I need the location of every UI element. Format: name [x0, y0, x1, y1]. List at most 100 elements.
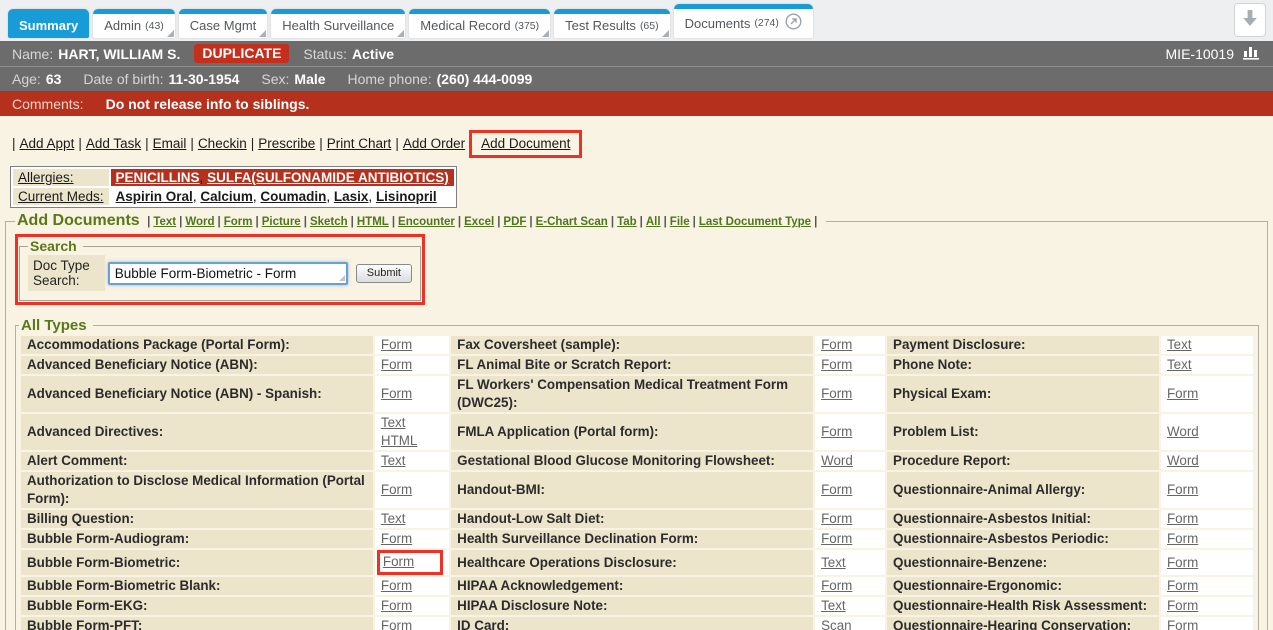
- open-form-link[interactable]: Form: [381, 577, 412, 595]
- add-documents-legend: Add Documents |Text|Word|Form|Picture|Sk…: [15, 212, 826, 230]
- open-form-link[interactable]: Form: [1167, 481, 1198, 499]
- dob-label: Date of birth:: [83, 71, 163, 87]
- open-word-link[interactable]: Word: [821, 452, 853, 470]
- medication-link[interactable]: Lasix: [334, 189, 369, 204]
- open-scan-link[interactable]: Scan: [821, 617, 852, 630]
- scroll-down-button[interactable]: [1234, 3, 1266, 37]
- open-form-link[interactable]: Form: [381, 481, 412, 499]
- medication-link[interactable]: Coumadin: [260, 189, 326, 204]
- open-text-link[interactable]: Text: [821, 554, 846, 572]
- open-form-link[interactable]: Form: [821, 423, 852, 441]
- open-form-link[interactable]: Form: [821, 481, 852, 499]
- doc-type-links-cell: Text: [815, 597, 885, 615]
- doc-format-link-form[interactable]: Form: [224, 216, 253, 228]
- open-form-link[interactable]: Form: [381, 597, 412, 615]
- doc-type-links-cell: Text: [375, 510, 449, 528]
- doc-format-link-all[interactable]: All: [646, 216, 661, 228]
- tab-menu-fold-icon: [167, 30, 174, 37]
- doc-type-label: Questionnaire-Ergonomic:: [887, 577, 1159, 595]
- doc-type-links-cell: Word: [1161, 452, 1253, 470]
- allergy-link[interactable]: PENICILLINS: [116, 170, 200, 185]
- current-meds-link[interactable]: Current Meds:: [18, 189, 104, 204]
- action-link-prescribe[interactable]: Prescribe: [258, 136, 315, 151]
- action-separator: |: [251, 136, 255, 151]
- open-form-link[interactable]: Form: [381, 617, 412, 630]
- tab-case-mgmt[interactable]: Case Mgmt: [179, 9, 267, 38]
- open-word-link[interactable]: Word: [1167, 452, 1199, 470]
- open-form-link[interactable]: Form: [381, 530, 412, 548]
- tab-admin[interactable]: Admin(43): [93, 9, 175, 38]
- action-separator: |: [319, 136, 323, 151]
- open-form-link[interactable]: Form: [1167, 597, 1198, 615]
- table-row: Alert Comment:TextGestational Blood Gluc…: [21, 452, 1253, 470]
- action-link-add-order[interactable]: Add Order: [403, 136, 465, 151]
- open-form-link[interactable]: Form: [821, 356, 852, 374]
- table-row: Bubble Form-Audiogram:FormHealth Surveil…: [21, 530, 1253, 548]
- doc-type-search-input[interactable]: [108, 262, 348, 285]
- doc-format-link-encounter[interactable]: Encounter: [398, 216, 455, 228]
- doc-format-link-tab[interactable]: Tab: [617, 216, 637, 228]
- doc-type-links-cell: Text: [375, 452, 449, 470]
- doc-format-link-picture[interactable]: Picture: [262, 216, 301, 228]
- doc-type-links-cell: Form: [1161, 597, 1253, 615]
- open-form-link[interactable]: Form: [1167, 577, 1198, 595]
- doc-format-link-excel[interactable]: Excel: [464, 216, 494, 228]
- open-text-link[interactable]: Text: [821, 597, 846, 615]
- doc-format-link-html[interactable]: HTML: [357, 216, 389, 228]
- doc-format-link-word[interactable]: Word: [185, 216, 214, 228]
- comments-text: Do not release info to siblings.: [106, 96, 310, 112]
- open-text-link[interactable]: Text: [381, 510, 406, 528]
- allergy-link[interactable]: SULFA(SULFONAMIDE ANTIBIOTICS): [207, 170, 449, 185]
- open-form-link[interactable]: Form: [1167, 617, 1198, 630]
- tab-health-surveillance[interactable]: Health Surveillance: [271, 9, 405, 38]
- tab-medical-record[interactable]: Medical Record(375): [409, 9, 550, 38]
- action-link-add-appt[interactable]: Add Appt: [20, 136, 75, 151]
- doc-type-label: Healthcare Operations Disclosure:: [451, 550, 813, 575]
- open-form-link[interactable]: Form: [383, 553, 414, 571]
- tab-test-results[interactable]: Test Results(65): [554, 9, 670, 38]
- open-form-link[interactable]: Form: [821, 336, 852, 354]
- open-text-link[interactable]: Text: [381, 452, 406, 470]
- open-form-link[interactable]: Form: [1167, 510, 1198, 528]
- doc-format-link-sketch[interactable]: Sketch: [310, 216, 348, 228]
- doc-format-link-e-chart-scan[interactable]: E-Chart Scan: [536, 216, 608, 228]
- open-text-link[interactable]: Text: [381, 414, 443, 432]
- popout-icon[interactable]: [783, 13, 802, 33]
- patient-sex: Male: [294, 71, 325, 87]
- action-link-checkin[interactable]: Checkin: [198, 136, 247, 151]
- open-form-link[interactable]: Form: [821, 510, 852, 528]
- doc-format-link-file[interactable]: File: [670, 216, 690, 228]
- open-form-link[interactable]: Form: [381, 336, 412, 354]
- open-form-link[interactable]: Form: [821, 530, 852, 548]
- tab-summary[interactable]: Summary: [8, 9, 89, 38]
- doc-type-label: Bubble Form-Audiogram:: [21, 530, 373, 548]
- open-form-link[interactable]: Form: [1167, 530, 1198, 548]
- open-form-link[interactable]: Form: [381, 385, 412, 403]
- tab-documents[interactable]: Documents(274): [674, 4, 813, 38]
- allergies-link[interactable]: Allergies:: [18, 170, 74, 185]
- medication-link[interactable]: Aspirin Oral: [116, 189, 193, 204]
- medication-link[interactable]: Lisinopril: [376, 189, 437, 204]
- action-link-print-chart[interactable]: Print Chart: [327, 136, 392, 151]
- open-form-link[interactable]: Form: [821, 385, 852, 403]
- open-form-link[interactable]: Form: [1167, 554, 1198, 572]
- doc-format-link-last-document-type[interactable]: Last Document Type: [699, 216, 811, 228]
- patient-demographics-bar: Age: 63 Date of birth: 11-30-1954 Sex: M…: [0, 66, 1273, 91]
- bar-chart-icon[interactable]: [1242, 44, 1261, 63]
- open-text-link[interactable]: Text: [1167, 336, 1192, 354]
- doc-type-label: Questionnaire-Asbestos Initial:: [887, 510, 1159, 528]
- open-form-link[interactable]: Form: [821, 577, 852, 595]
- doc-type-label: Authorization to Disclose Medical Inform…: [21, 472, 373, 508]
- submit-button[interactable]: Submit: [356, 264, 412, 283]
- open-form-link[interactable]: Form: [381, 356, 412, 374]
- open-form-link[interactable]: Form: [1167, 385, 1198, 403]
- open-html-link[interactable]: HTML: [381, 432, 443, 450]
- action-link-email[interactable]: Email: [153, 136, 187, 151]
- doc-format-link-pdf[interactable]: PDF: [503, 216, 526, 228]
- open-word-link[interactable]: Word: [1167, 423, 1199, 441]
- doc-format-link-text[interactable]: Text: [153, 216, 176, 228]
- medication-link[interactable]: Calcium: [200, 189, 253, 204]
- open-text-link[interactable]: Text: [1167, 356, 1192, 374]
- action-link-add-document[interactable]: Add Document: [481, 136, 570, 151]
- action-link-add-task[interactable]: Add Task: [86, 136, 141, 151]
